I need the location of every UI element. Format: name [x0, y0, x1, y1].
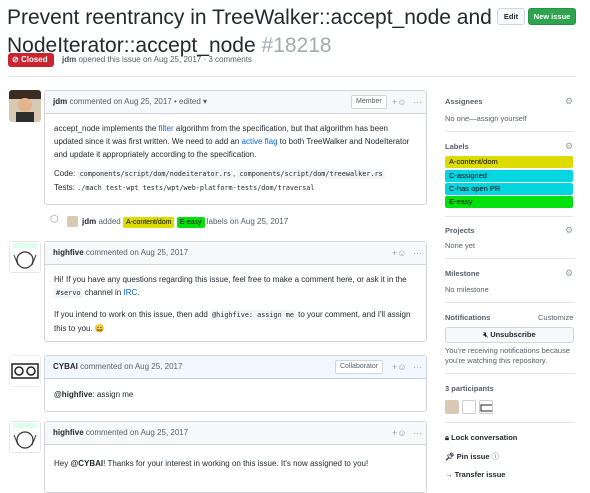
status-badge: ⊘ Closed — [8, 53, 54, 67]
event-avatar — [67, 216, 78, 227]
pin-icon: 📌︎ — [445, 452, 455, 461]
comment-header: jdm commented on Aug 25, 2017 • edited ▾… — [45, 91, 426, 114]
sidebar-divider — [445, 258, 574, 259]
code-path-2: components/script/dom/treewalker.rs — [237, 169, 385, 179]
labels-title[interactable]: Labels — [445, 142, 469, 151]
comment-body: accept_node implements the filter algori… — [54, 124, 410, 192]
comment-author[interactable]: jdm — [53, 97, 67, 106]
active-flag-link[interactable]: active flag — [242, 137, 278, 146]
comment-author[interactable]: highfive — [53, 428, 84, 437]
milestone-title[interactable]: Milestone — [445, 269, 480, 278]
sidebar-divider — [445, 373, 574, 374]
participants-title: 3 participants — [445, 384, 494, 393]
more-options-icon[interactable]: ··· — [413, 422, 422, 444]
avatar-cybai-image — [9, 355, 41, 387]
filter-link[interactable]: filter — [159, 124, 174, 133]
add-reaction-icon[interactable]: +☺ — [392, 242, 406, 264]
notifications-title: Notifications — [445, 313, 491, 322]
projects-text: None yet — [445, 241, 476, 250]
event-actor[interactable]: jdm — [82, 217, 96, 226]
add-reaction-icon[interactable]: +☺ — [392, 356, 406, 378]
customize-link[interactable]: Customize — [538, 313, 573, 322]
title-line-1: Prevent reentrancy in TreeWalker::accept… — [7, 6, 492, 29]
new-issue-button[interactable]: New issue — [528, 8, 576, 25]
add-reaction-icon[interactable]: +☺ — [392, 422, 406, 444]
label-event: jdm added A-content/dom E-easy labels on… — [82, 217, 289, 228]
mention-cybai[interactable]: @CYBAI — [70, 459, 103, 468]
comment-body: Hey @CYBAI! Thanks for your interest in … — [54, 459, 369, 468]
info-icon[interactable]: ⓘ — [492, 452, 500, 461]
edit-button[interactable]: Edit — [497, 8, 525, 25]
sidebar-divider — [445, 131, 574, 132]
avatar-jdm-image — [9, 90, 41, 122]
participant-avatar-cybai[interactable] — [479, 400, 493, 414]
comment-header: highfive commented on Aug 25, 2017 +☺ ··… — [45, 422, 426, 445]
avatar-jdm[interactable] — [9, 90, 41, 122]
avatar-highfive-image — [9, 421, 41, 453]
comment-cybai: CYBAI commented on Aug 25, 2017 Collabor… — [44, 355, 427, 412]
event-label-e-easy[interactable]: E-easy — [176, 217, 205, 228]
more-options-icon[interactable]: ··· — [413, 356, 422, 378]
comment-body: @highfive: assign me — [54, 390, 134, 399]
comment-header: highfive commented on Aug 25, 2017 +☺ ··… — [45, 242, 426, 265]
tag-icon: ⬡ — [50, 214, 59, 225]
closed-issue-icon: ⊘ — [12, 55, 19, 64]
transfer-issue-button[interactable]: → Transfer issue — [445, 470, 505, 479]
irc-link[interactable]: IRC — [123, 288, 137, 297]
gear-icon[interactable]: ⚙ — [565, 225, 573, 236]
milestone-text: No milestone — [445, 285, 489, 294]
avatar-cybai[interactable] — [9, 355, 41, 387]
code-path-1: components/script/dom/nodeiterator.rs — [77, 169, 234, 179]
cybai-mini-icon — [480, 404, 492, 412]
sidebar-divider — [445, 302, 574, 303]
comment-header: CYBAI commented on Aug 25, 2017 Collabor… — [45, 356, 426, 379]
sidebar-label-a-content-dom[interactable]: A-content/dom — [445, 156, 573, 168]
issue-title: Prevent reentrancy in TreeWalker::accept… — [7, 4, 497, 60]
transfer-icon: → — [445, 470, 453, 479]
smile-emoji: 😄 — [94, 324, 105, 333]
sidebar-divider — [445, 422, 574, 423]
role-badge: Member — [351, 95, 387, 109]
sidebar-label-c-assigned[interactable]: C-assigned — [445, 170, 573, 182]
mute-icon: 🔇︎ — [483, 330, 489, 339]
role-badge: Collaborator — [335, 360, 384, 374]
tests-command: ./mach test-wpt tests/wpt/web-platform-t… — [77, 184, 315, 192]
participant-avatar-highfive[interactable] — [462, 400, 476, 414]
more-options-icon[interactable]: ··· — [413, 242, 422, 264]
lock-icon: 🔒︎ — [445, 433, 449, 442]
edited-dropdown[interactable]: • edited ▾ — [174, 97, 207, 106]
avatar-highfive[interactable] — [9, 241, 41, 273]
notifications-text: You're receiving notifications because y… — [445, 346, 570, 365]
assignees-text[interactable]: No one—assign yourself — [445, 114, 527, 123]
sidebar-label-c-has-open-pr[interactable]: C-has open PR — [445, 183, 573, 195]
sidebar-label-e-easy[interactable]: E-easy — [445, 196, 573, 208]
comment-author[interactable]: highfive — [53, 248, 84, 257]
add-reaction-icon[interactable]: +☺ — [392, 91, 406, 113]
lock-conversation-button[interactable]: 🔒︎ Lock conversation — [445, 433, 517, 443]
gear-icon[interactable]: ⚙ — [565, 141, 573, 152]
event-label-a-content-dom[interactable]: A-content/dom — [122, 217, 175, 228]
pin-issue-button[interactable]: 📌︎ Pin issue ⓘ — [445, 451, 499, 462]
sidebar-divider — [445, 216, 574, 217]
more-options-icon[interactable]: ··· — [413, 91, 422, 113]
issue-meta: jdm opened this issue on Aug 25, 2017 · … — [62, 55, 252, 64]
comment-highfive-1: highfive commented on Aug 25, 2017 +☺ ··… — [44, 241, 427, 342]
avatar-highfive-image — [9, 241, 41, 273]
projects-title[interactable]: Projects — [445, 226, 475, 235]
header-divider — [8, 76, 576, 77]
avatar-highfive-2[interactable] — [9, 421, 41, 453]
participant-avatar-jdm[interactable] — [445, 400, 459, 414]
gear-icon[interactable]: ⚙ — [565, 96, 573, 107]
issue-number: #18218 — [261, 34, 332, 57]
comment-jdm: jdm commented on Aug 25, 2017 • edited ▾… — [44, 90, 427, 205]
mention-highfive[interactable]: @highfive — [54, 390, 92, 399]
gear-icon[interactable]: ⚙ — [565, 268, 573, 279]
author-link[interactable]: jdm — [62, 55, 76, 64]
comment-body: Hi! If you have any questions regarding … — [54, 275, 411, 333]
assignees-title[interactable]: Assignees — [445, 97, 483, 106]
comment-author[interactable]: CYBAI — [53, 362, 78, 371]
unsubscribe-button[interactable]: 🔇︎ Unsubscribe — [445, 327, 574, 343]
comment-highfive-2: highfive commented on Aug 25, 2017 +☺ ··… — [44, 421, 427, 493]
